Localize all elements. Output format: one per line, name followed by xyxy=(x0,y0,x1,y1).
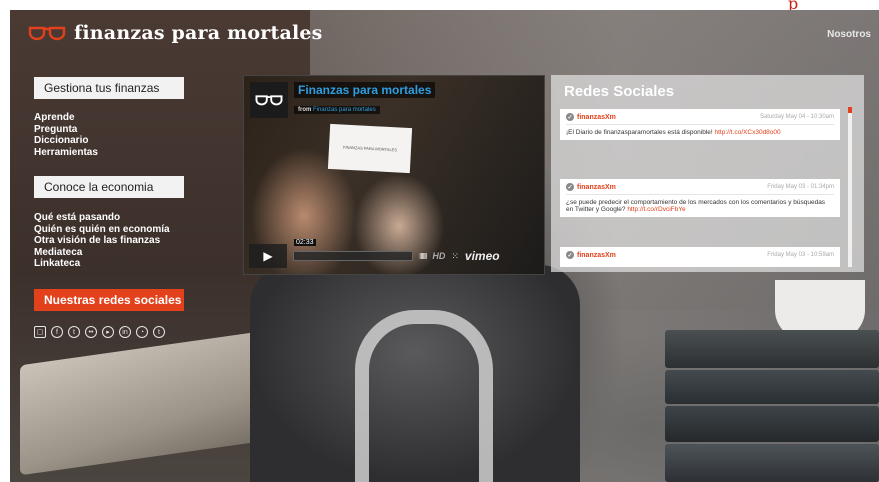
instagram-icon[interactable]: ▢ xyxy=(34,326,46,338)
logo-text: finanzas para mortales xyxy=(74,22,323,44)
link-herramientas[interactable]: Herramientas xyxy=(34,147,98,159)
tweet-link[interactable]: http://t.co/XCx30d8o00 xyxy=(715,129,781,136)
facebook-icon[interactable]: f xyxy=(51,326,63,338)
link-linkateca[interactable]: Linkateca xyxy=(34,258,170,270)
vimeo-logo[interactable]: vimeo xyxy=(465,249,500,263)
youtube-icon[interactable]: ▸ xyxy=(102,326,114,338)
link-pregunta[interactable]: Pregunta xyxy=(34,124,98,136)
video-header: Finanzas para mortales from Finanzas par… xyxy=(250,82,436,118)
link-quien-es-quien[interactable]: Quién es quién en economía xyxy=(34,224,170,236)
tweet-user[interactable]: ✓ finanzasXm xyxy=(566,251,616,259)
tweet-date: Saturday May 04 - 10:30am xyxy=(759,114,834,120)
tweet-card: ✓ finanzasXm Friday May 03 - 01:34pm ¿se … xyxy=(560,179,840,217)
channel-link[interactable]: Finanzas para mortales xyxy=(313,107,376,113)
business-card-in-video: FINANZAS PARA MORTALES xyxy=(327,123,413,174)
glasses-icon xyxy=(255,95,283,106)
tweet-card: ✓ finanzasXm Saturday May 04 - 10:30am ¡E… xyxy=(560,109,840,140)
rss-icon[interactable]: ◔ xyxy=(136,326,148,338)
tweet-link[interactable]: http://t.co/rDvciFbYe xyxy=(627,206,685,213)
flickr-icon[interactable]: •• xyxy=(85,326,97,338)
conoce-links: Qué está pasando Quién es quién en econo… xyxy=(34,212,170,270)
link-diccionario[interactable]: Diccionario xyxy=(34,135,98,147)
link-que-esta-pasando[interactable]: Qué está pasando xyxy=(34,212,170,224)
link-mediateca[interactable]: Mediateca xyxy=(34,247,170,259)
play-icon: ▶ xyxy=(263,249,273,263)
social-panel-title: Redes Sociales xyxy=(564,83,675,100)
tweet-text: ¿se puede predecir el comportamiento de … xyxy=(566,199,826,213)
book-stack-image xyxy=(665,330,879,482)
section-conoce-button[interactable]: Conoce la economia xyxy=(34,176,184,198)
volume-icon[interactable]: IIIIII xyxy=(419,252,427,261)
social-networks-button[interactable]: Nuestras redes sociales xyxy=(34,289,184,311)
social-panel: Redes Sociales ✓ finanzasXm Saturday May … xyxy=(551,75,864,272)
tumblr-icon[interactable]: t xyxy=(153,326,165,338)
link-aprende[interactable]: Aprende xyxy=(34,112,98,124)
video-title[interactable]: Finanzas para mortales xyxy=(294,82,436,98)
partial-red-glyph: p xyxy=(788,0,799,13)
tweet-user[interactable]: ✓ finanzasXm xyxy=(566,183,616,191)
linkedin-icon[interactable]: in xyxy=(119,326,131,338)
tweet-date: Friday May 03 - 01:34pm xyxy=(767,184,834,190)
feed-scrollbar[interactable] xyxy=(848,107,852,267)
tweet-text: ¡El Diario de finanzasparamortales está … xyxy=(566,129,781,136)
page: p finanzas para mortales Nosotros Gestio… xyxy=(0,0,879,482)
play-button[interactable]: ▶ xyxy=(249,244,287,268)
glasses-icon xyxy=(28,26,66,41)
site-logo[interactable]: finanzas para mortales xyxy=(28,22,323,44)
hd-button[interactable]: HD xyxy=(432,251,445,261)
tweet-date: Friday May 03 - 10:59am xyxy=(767,252,834,258)
twitter-icon[interactable]: t xyxy=(68,326,80,338)
tweet-user[interactable]: ✓ finanzasXm xyxy=(566,113,616,121)
video-from: from Finanzas para mortales xyxy=(294,106,380,114)
channel-avatar[interactable] xyxy=(250,82,288,118)
fullscreen-icon[interactable]: ⁙ xyxy=(451,251,459,262)
video-controls-right: IIIIII HD ⁙ vimeo xyxy=(419,249,500,263)
tweet-card: ✓ finanzasXm Friday May 03 - 10:59am xyxy=(560,247,840,267)
gestiona-links: Aprende Pregunta Diccionario Herramienta… xyxy=(34,112,98,158)
nav-link-nosotros[interactable]: Nosotros xyxy=(827,29,871,40)
progress-bar[interactable]: 02:33 xyxy=(293,239,413,261)
video-time: 02:33 xyxy=(294,239,316,246)
video-player[interactable]: FINANZAS PARA MORTALES Finanzas para mor… xyxy=(243,75,545,275)
link-otra-vision[interactable]: Otra visión de las finanzas xyxy=(34,235,170,247)
from-label: from xyxy=(298,107,312,113)
check-icon: ✓ xyxy=(566,251,574,259)
section-gestiona-button[interactable]: Gestiona tus finanzas xyxy=(34,77,184,99)
check-icon: ✓ xyxy=(566,113,574,121)
social-icons-row: ▢ f t •• ▸ in ◔ t xyxy=(34,326,165,338)
scrollbar-thumb[interactable] xyxy=(848,107,852,113)
chair-frame-image xyxy=(355,310,493,482)
check-icon: ✓ xyxy=(566,183,574,191)
video-controls: ▶ 02:33 IIIIII HD ⁙ vimeo xyxy=(249,239,539,269)
